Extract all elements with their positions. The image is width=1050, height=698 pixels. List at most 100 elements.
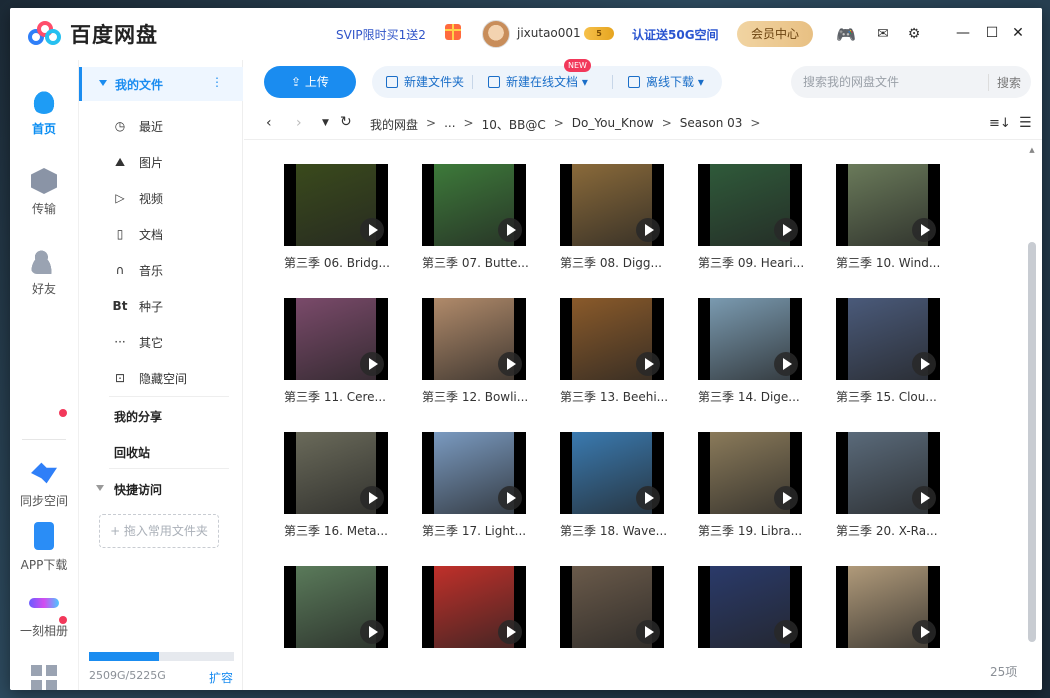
search-input[interactable]	[803, 74, 983, 90]
sidebar-item[interactable]: ⊡ 隐藏空间	[112, 360, 242, 396]
close-button[interactable]: ✕	[1009, 24, 1027, 42]
verify-link[interactable]: 认证送50G空间	[632, 26, 719, 43]
play-icon[interactable]	[774, 218, 798, 242]
gear-icon[interactable]: ⚙	[905, 25, 923, 43]
video-thumbnail[interactable]	[284, 432, 388, 514]
forward-arrow-icon[interactable]: ›	[296, 115, 302, 131]
file-tile[interactable]: 第三季 17. Light...	[422, 432, 532, 539]
video-thumbnail[interactable]	[560, 432, 664, 514]
file-tile[interactable]: 第三季 20. X-Ra...	[836, 432, 946, 539]
sidebar-quick-access[interactable]: 快捷访问	[114, 481, 162, 498]
back-arrow-icon[interactable]: ‹	[266, 115, 272, 131]
play-icon[interactable]	[498, 486, 522, 510]
scrollbar-thumb[interactable]	[1028, 242, 1036, 642]
expand-storage-link[interactable]: 扩容	[209, 669, 233, 686]
new-folder-button[interactable]: 新建文件夹	[386, 66, 464, 98]
gift-icon[interactable]	[445, 24, 461, 40]
video-thumbnail[interactable]	[698, 566, 802, 648]
video-thumbnail[interactable]	[422, 432, 526, 514]
play-icon[interactable]	[636, 620, 660, 644]
video-thumbnail[interactable]	[698, 432, 802, 514]
sidebar-item[interactable]: ∩ 音乐	[112, 252, 242, 288]
username[interactable]: jixutao001	[517, 26, 581, 40]
file-tile[interactable]: 第三季 24. Sh...	[698, 566, 808, 658]
file-tile[interactable]: 第三季 25. W...	[836, 566, 946, 658]
scroll-up-arrow-icon[interactable]: ▲	[1028, 146, 1036, 154]
file-tile[interactable]: 第三季 22. S...	[422, 566, 532, 658]
rail-transfer[interactable]: 传输	[10, 168, 78, 217]
play-icon[interactable]	[360, 218, 384, 242]
minimize-button[interactable]: —	[954, 24, 972, 42]
video-thumbnail[interactable]	[284, 298, 388, 380]
breadcrumb-item[interactable]: Do_You_Know	[572, 116, 654, 133]
offline-download-button[interactable]: 离线下载 ▾	[628, 66, 704, 98]
list-view-icon[interactable]: ☰	[1019, 115, 1032, 131]
sidebar-my-share[interactable]: 我的分享	[114, 408, 162, 425]
breadcrumb-item[interactable]: 10、BB@C	[482, 116, 546, 133]
file-tile[interactable]: 第三季 12. Bowli...	[422, 298, 532, 405]
mail-icon[interactable]: ✉	[874, 25, 892, 43]
play-icon[interactable]	[360, 486, 384, 510]
rail-friends[interactable]: 好友	[10, 248, 78, 297]
video-thumbnail[interactable]	[284, 566, 388, 648]
play-icon[interactable]	[912, 620, 936, 644]
collapse-triangle-icon[interactable]	[99, 80, 107, 86]
file-tile[interactable]: 第三季 06. Bridg...	[284, 164, 394, 271]
video-thumbnail[interactable]	[836, 298, 940, 380]
game-icon[interactable]: 🎮	[836, 25, 856, 44]
quick-access-triangle-icon[interactable]	[96, 485, 104, 491]
sort-icon[interactable]: ≡↓	[989, 116, 1011, 131]
svip-promo-link[interactable]: SVIP限时买1送2	[336, 26, 426, 43]
play-icon[interactable]	[912, 218, 936, 242]
file-tile[interactable]: 第三季 13. Beehi...	[560, 298, 670, 405]
video-thumbnail[interactable]	[422, 298, 526, 380]
sidebar-item[interactable]: ▷ 视频	[112, 180, 242, 216]
video-thumbnail[interactable]	[836, 432, 940, 514]
video-thumbnail[interactable]	[560, 164, 664, 246]
file-tile[interactable]: 第三季 14. Dige...	[698, 298, 808, 405]
video-thumbnail[interactable]	[836, 164, 940, 246]
sidebar-item[interactable]: ··· 其它	[112, 324, 242, 360]
play-icon[interactable]	[360, 620, 384, 644]
video-thumbnail[interactable]	[422, 164, 526, 246]
breadcrumb-item[interactable]: 我的网盘	[370, 116, 418, 133]
file-tile[interactable]: 第三季 09. Heari...	[698, 164, 808, 271]
sidebar-item[interactable]: ▯ 文档	[112, 216, 242, 252]
file-tile[interactable]: 第三季 07. Butte...	[422, 164, 532, 271]
rail-tools[interactable]: 工具	[10, 665, 78, 690]
video-thumbnail[interactable]	[422, 566, 526, 648]
play-icon[interactable]	[636, 352, 660, 376]
play-icon[interactable]	[774, 352, 798, 376]
file-tile[interactable]: 第三季 23. C...	[560, 566, 670, 658]
sidebar-item[interactable]: ◷ 最近	[112, 108, 242, 144]
play-icon[interactable]	[636, 486, 660, 510]
file-tile[interactable]: 第三季 21. T...	[284, 566, 394, 658]
sidebar-my-files[interactable]: 我的文件 ⋮	[79, 67, 243, 101]
play-icon[interactable]	[360, 352, 384, 376]
play-icon[interactable]	[774, 486, 798, 510]
vip-center-button[interactable]: 会员中心	[737, 21, 813, 47]
file-tile[interactable]: 第三季 10. Wind...	[836, 164, 946, 271]
breadcrumb-item[interactable]: Season 03	[680, 116, 743, 133]
sidebar-item[interactable]: Bt 种子	[112, 288, 242, 324]
file-tile[interactable]: 第三季 18. Wave...	[560, 432, 670, 539]
breadcrumb-item[interactable]: ...	[444, 116, 455, 133]
sidebar-recycle-bin[interactable]: 回收站	[114, 444, 150, 461]
video-thumbnail[interactable]	[560, 566, 664, 648]
vertical-scrollbar[interactable]: ▲	[1028, 146, 1036, 644]
upload-button[interactable]: ⇪ 上传	[264, 66, 356, 98]
file-tile[interactable]: 第三季 19. Libra...	[698, 432, 808, 539]
play-icon[interactable]	[636, 218, 660, 242]
app-logo[interactable]: 百度网盘	[28, 19, 158, 49]
file-tile[interactable]: 第三季 08. Digg...	[560, 164, 670, 271]
drag-folder-drop-zone[interactable]: + 拖入常用文件夹	[99, 514, 219, 548]
history-dropdown-icon[interactable]: ▼	[322, 118, 329, 128]
file-tile[interactable]: 第三季 11. Cere...	[284, 298, 394, 405]
sidebar-item[interactable]: ⛰ 图片	[112, 144, 242, 180]
video-thumbnail[interactable]	[698, 164, 802, 246]
file-tile[interactable]: 第三季 15. Clou...	[836, 298, 946, 405]
file-tile[interactable]: 第三季 16. Meta...	[284, 432, 394, 539]
rail-home[interactable]: 首页	[10, 88, 78, 137]
play-icon[interactable]	[774, 620, 798, 644]
play-icon[interactable]	[498, 218, 522, 242]
